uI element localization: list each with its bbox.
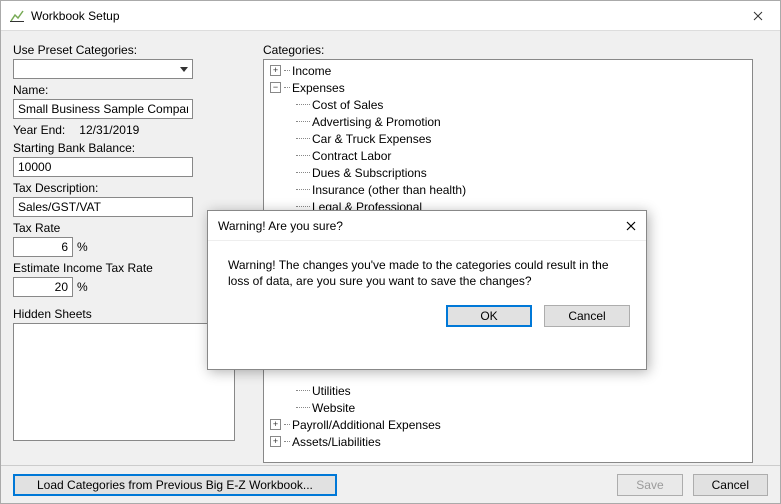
dialog-message: Warning! The changes you've made to the … bbox=[208, 241, 646, 299]
tree-child[interactable]: Utilities bbox=[310, 384, 351, 398]
year-end-label: Year End: bbox=[13, 123, 65, 137]
est-tax-pct: % bbox=[77, 280, 88, 294]
tree-income[interactable]: Income bbox=[290, 64, 331, 78]
expand-icon[interactable]: + bbox=[270, 419, 281, 430]
tax-rate-pct: % bbox=[77, 240, 88, 254]
workbook-setup-window: Workbook Setup Use Preset Categories: Na… bbox=[0, 0, 781, 504]
tree-payroll[interactable]: Payroll/Additional Expenses bbox=[290, 418, 441, 432]
tax-desc-input[interactable] bbox=[13, 197, 193, 217]
tree-expenses[interactable]: Expenses bbox=[290, 81, 345, 95]
tree-assets[interactable]: Assets/Liabilities bbox=[290, 435, 381, 449]
dialog-title: Warning! Are you sure? bbox=[218, 219, 343, 233]
balance-label: Starting Bank Balance: bbox=[13, 141, 243, 155]
cancel-button[interactable]: Cancel bbox=[693, 474, 768, 496]
dialog-ok-button[interactable]: OK bbox=[446, 305, 532, 327]
tree-child[interactable]: Car & Truck Expenses bbox=[310, 132, 431, 146]
tree-child[interactable]: Advertising & Promotion bbox=[310, 115, 441, 129]
collapse-icon[interactable]: − bbox=[270, 82, 281, 93]
dialog-cancel-button[interactable]: Cancel bbox=[544, 305, 630, 327]
hidden-sheets-list[interactable] bbox=[13, 323, 235, 441]
categories-label: Categories: bbox=[263, 43, 768, 57]
tree-child[interactable]: Website bbox=[310, 401, 355, 415]
tree-child[interactable]: Dues & Subscriptions bbox=[310, 166, 427, 180]
app-icon bbox=[9, 8, 25, 24]
footer: Load Categories from Previous Big E-Z Wo… bbox=[1, 465, 780, 503]
window-title: Workbook Setup bbox=[31, 9, 120, 23]
dialog-close-button[interactable] bbox=[622, 217, 640, 235]
year-end-value: 12/31/2019 bbox=[79, 123, 139, 137]
balance-input[interactable] bbox=[13, 157, 193, 177]
preset-label: Use Preset Categories: bbox=[13, 43, 243, 57]
titlebar: Workbook Setup bbox=[1, 1, 780, 31]
window-close-button[interactable] bbox=[735, 1, 780, 31]
expand-icon[interactable]: + bbox=[270, 436, 281, 447]
est-tax-input[interactable] bbox=[13, 277, 73, 297]
preset-select[interactable] bbox=[13, 59, 193, 79]
save-button: Save bbox=[617, 474, 682, 496]
warning-dialog: Warning! Are you sure? Warning! The chan… bbox=[207, 210, 647, 370]
expand-icon[interactable]: + bbox=[270, 65, 281, 76]
dialog-footer: OK Cancel bbox=[208, 299, 646, 341]
name-label: Name: bbox=[13, 83, 243, 97]
tree-child[interactable]: Contract Labor bbox=[310, 149, 391, 163]
tree-child[interactable]: Cost of Sales bbox=[310, 98, 383, 112]
dialog-titlebar: Warning! Are you sure? bbox=[208, 211, 646, 241]
tree-child[interactable]: Insurance (other than health) bbox=[310, 183, 466, 197]
tax-desc-label: Tax Description: bbox=[13, 181, 243, 195]
name-input[interactable] bbox=[13, 99, 193, 119]
load-categories-button[interactable]: Load Categories from Previous Big E-Z Wo… bbox=[13, 474, 337, 496]
tax-rate-input[interactable] bbox=[13, 237, 73, 257]
